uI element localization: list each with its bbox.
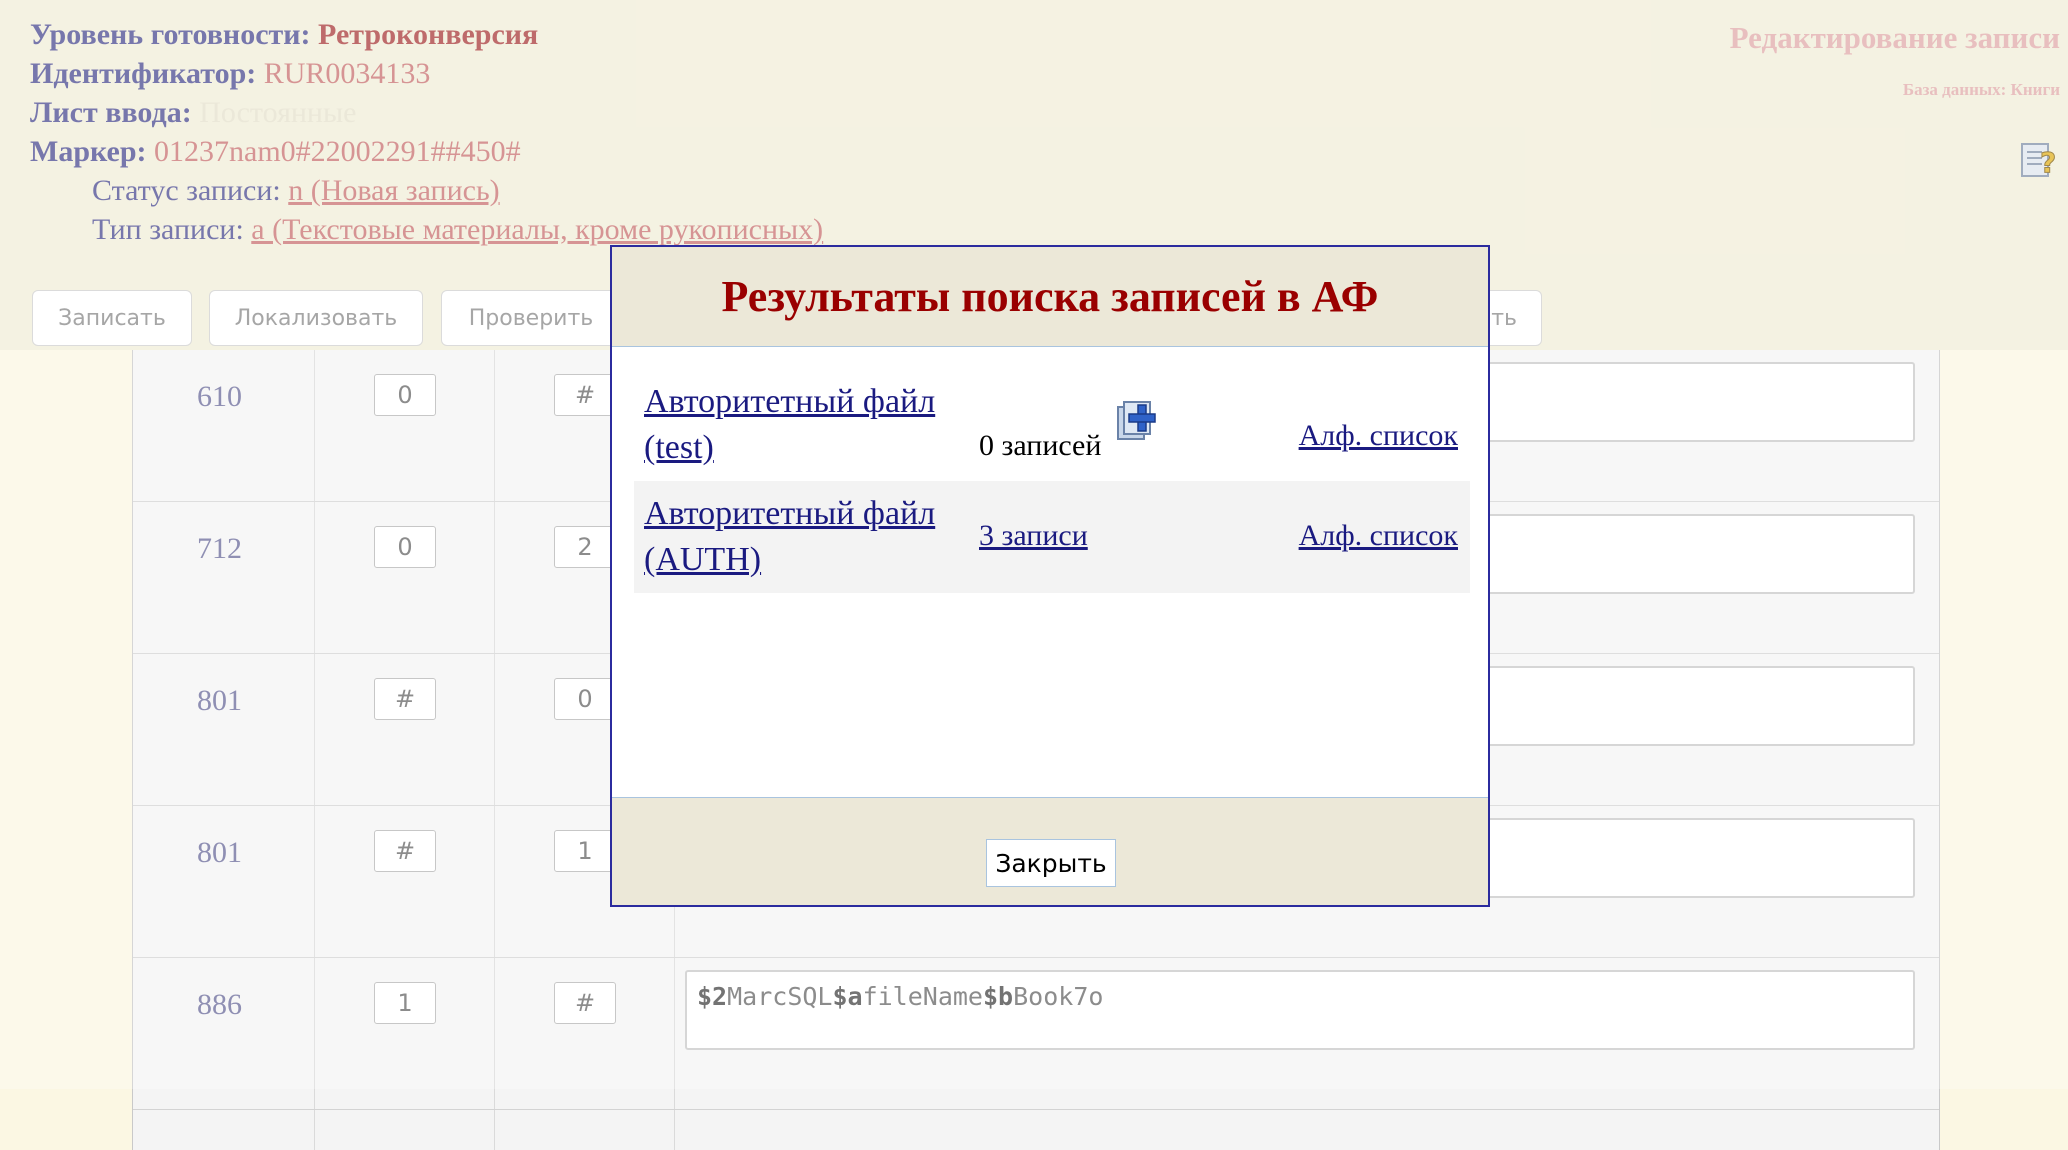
- add-record-icon[interactable]: [1116, 399, 1160, 443]
- list-item: Авторитетный файл (test) 0 записей Алф. …: [634, 369, 1470, 481]
- dialog-title: Результаты поиска записей в АФ: [721, 272, 1379, 321]
- af-search-results-dialog: Результаты поиска записей в АФ Авторитет…: [610, 245, 1490, 907]
- authority-file-link[interactable]: Авторитетный файл (AUTH): [644, 491, 944, 583]
- authority-file-link[interactable]: Авторитетный файл (test): [644, 379, 944, 471]
- dialog-footer: Закрыть: [612, 797, 1488, 905]
- record-count: 0 записей: [979, 429, 1102, 462]
- alphabetical-list-link[interactable]: Алф. список: [1299, 419, 1458, 453]
- table-row: [133, 1110, 1939, 1150]
- close-button[interactable]: Закрыть: [986, 839, 1116, 887]
- list-item: Авторитетный файл (AUTH) 3 записи Алф. с…: [634, 481, 1470, 593]
- dialog-header: Результаты поиска записей в АФ: [612, 247, 1488, 347]
- alphabetical-list-link[interactable]: Алф. список: [1299, 519, 1458, 553]
- record-count-link[interactable]: 3 записи: [979, 519, 1088, 553]
